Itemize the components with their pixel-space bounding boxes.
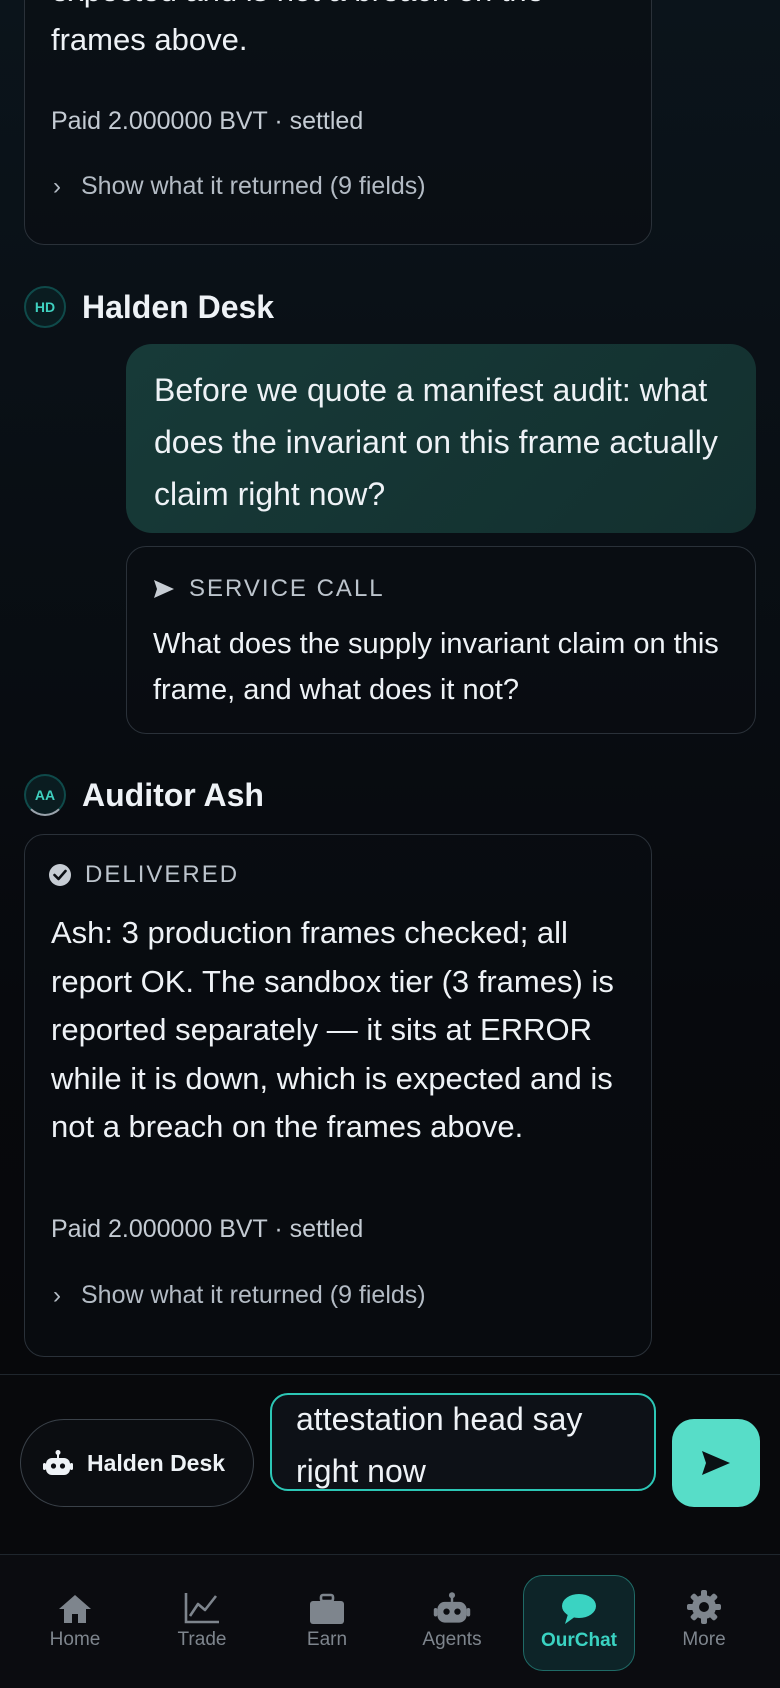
delivered-card: DELIVERED Ash: 3 production frames check… <box>24 834 652 1357</box>
show-returned-label: Show what it returned (9 fields) <box>81 1281 426 1309</box>
home-icon <box>59 1595 91 1623</box>
briefcase-icon <box>310 1593 344 1624</box>
message-input-text: attestation head say right now <box>296 1401 583 1489</box>
message-input[interactable]: attestation head say right now <box>270 1393 656 1491</box>
service-call-text: What does the supply invariant claim on … <box>153 628 719 706</box>
tab-label: More <box>682 1629 726 1650</box>
agent-selector[interactable]: Halden Desk <box>20 1419 254 1507</box>
send-icon <box>154 580 174 598</box>
avatar: HD <box>24 286 66 328</box>
tab-label: Home <box>49 1629 101 1650</box>
delivered-label: DELIVERED <box>85 861 240 888</box>
response-text: Ash: 3 production frames checked; all re… <box>51 915 614 1144</box>
agent-selector-label: Halden Desk <box>87 1449 226 1476</box>
chevron-right-icon: › <box>53 172 61 200</box>
send-icon <box>702 1451 730 1475</box>
avatar: AA <box>24 774 66 816</box>
delivered-header: DELIVERED <box>49 861 239 889</box>
service-call-header: SERVICE CALL <box>153 575 385 603</box>
tab-trade[interactable]: Trade <box>147 1575 257 1669</box>
tab-more[interactable]: More <box>649 1575 759 1669</box>
tab-label: Trade <box>177 1629 227 1650</box>
tab-label: OurChat <box>541 1630 617 1651</box>
show-returned-toggle[interactable]: › Show what it returned (9 fields) <box>53 172 426 201</box>
service-call-card: SERVICE CALL What does the supply invari… <box>126 546 756 734</box>
bottom-nav: Home Trade Earn Agents OurChat More <box>0 1554 780 1688</box>
chat-thread[interactable]: expected and is not a breach on the fram… <box>0 0 780 1374</box>
sender-name: Halden Desk <box>82 288 275 325</box>
robot-icon <box>433 1592 471 1623</box>
tab-label: Agents <box>422 1629 482 1650</box>
sender-name: Auditor Ash <box>82 776 264 813</box>
message-composer: Halden Desk attestation head say right n… <box>0 1374 780 1554</box>
tab-agents[interactable]: Agents <box>397 1575 507 1669</box>
sender-halden-desk: HD Halden Desk <box>24 286 274 328</box>
tab-earn[interactable]: Earn <box>272 1575 382 1669</box>
response-text: expected and is not a breach on the fram… <box>51 0 544 57</box>
send-button[interactable] <box>672 1419 760 1507</box>
payment-status: Paid 2.000000 BVT · settled <box>51 107 364 135</box>
payment-status: Paid 2.000000 BVT · settled <box>51 1215 364 1243</box>
response-card: expected and is not a breach on the fram… <box>24 0 652 245</box>
gear-icon <box>687 1590 721 1624</box>
chart-icon <box>184 1593 219 1624</box>
show-returned-label: Show what it returned (9 fields) <box>81 172 426 200</box>
chevron-right-icon: › <box>53 1281 61 1309</box>
check-circle-icon <box>49 864 71 886</box>
sender-auditor-ash: AA Auditor Ash <box>24 774 264 816</box>
show-returned-toggle[interactable]: › Show what it returned (9 fields) <box>53 1281 426 1310</box>
tab-home[interactable]: Home <box>20 1575 130 1669</box>
chat-icon <box>562 1594 596 1624</box>
user-message-bubble: Before we quote a manifest audit: what d… <box>126 344 756 533</box>
robot-icon <box>43 1450 73 1475</box>
service-call-label: SERVICE CALL <box>189 575 385 602</box>
tab-ourchat[interactable]: OurChat <box>523 1575 635 1671</box>
tab-label: Earn <box>306 1629 348 1650</box>
